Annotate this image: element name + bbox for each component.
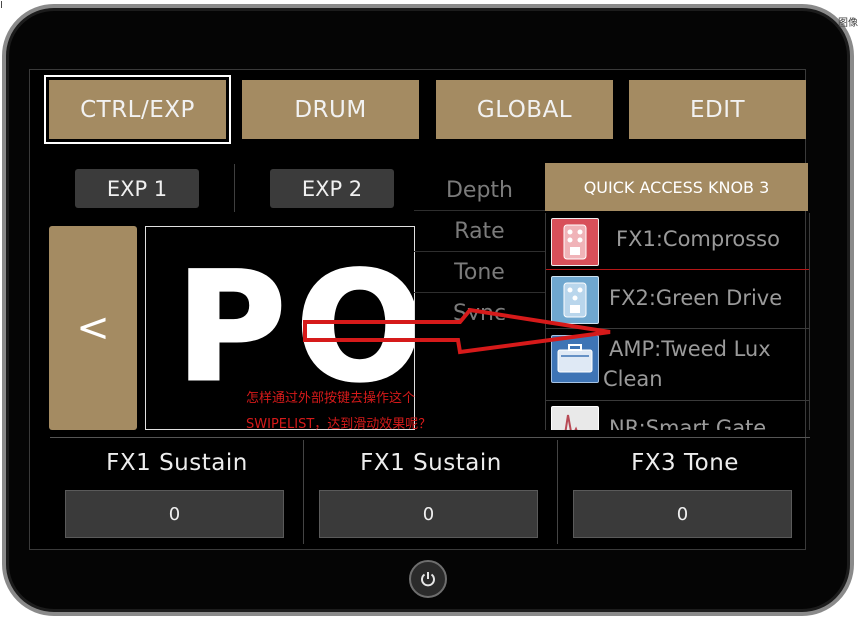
power-button[interactable] (409, 560, 447, 598)
swipe-item-label: FX2:Green Drive (609, 286, 783, 310)
param-depth[interactable]: Depth (414, 170, 545, 211)
slot-title: FX1 Sustain (360, 450, 502, 476)
parameter-list[interactable]: Depth Rate Tone Sync (414, 170, 545, 320)
power-icon (421, 572, 435, 587)
corner-left-text: I (0, 0, 3, 11)
slot-title: FX1 Sustain (106, 450, 248, 476)
swipe-item-label: NR:Smart Gate (609, 416, 767, 430)
tab-edit[interactable]: EDIT (629, 80, 806, 139)
swipe-item-nr[interactable]: NR:Smart Gate (546, 401, 809, 430)
swipe-item-label: FX1:Comprosso (616, 227, 780, 251)
param-tone[interactable]: Tone (414, 252, 545, 293)
noise-gate-icon (551, 406, 599, 430)
param-rate[interactable]: Rate (414, 211, 545, 252)
exp-divider (234, 164, 235, 212)
quick-access-header: QUICK ACCESS KNOB 3 (545, 163, 808, 211)
slot-value[interactable]: 0 (65, 490, 284, 538)
exp1-button[interactable]: EXP 1 (75, 169, 199, 208)
tab-ctrl-exp[interactable]: CTRL/EXP (44, 75, 231, 144)
compressor-pedal-icon (551, 218, 599, 266)
tab-drum[interactable]: DRUM (242, 80, 419, 139)
slot-2: FX1 Sustain 0 (304, 438, 558, 546)
corner-right-text: 图像 (838, 18, 858, 29)
slot-1: FX1 Sustain 0 (50, 438, 304, 546)
slot-title: FX3 Tone (631, 450, 739, 476)
device-frame: I 图像 CTRL/EXP DRUM GLOBAL EDIT EXP 1 EXP… (0, 0, 860, 619)
swipe-item-label: AMP:Tweed Lux (609, 337, 771, 361)
annotation-arrow (303, 307, 611, 355)
swipe-item-label-line2: Clean (603, 367, 663, 391)
swipe-item-fx1[interactable]: FX1:Comprosso (546, 213, 809, 270)
prev-button[interactable]: < (49, 226, 137, 430)
tab-global[interactable]: GLOBAL (436, 80, 613, 139)
annotation-text-line2: SWIPELIST，达到滑动效果呢？ (246, 417, 432, 432)
annotation-text-line1: 怎样通过外部按键去操作这个 (246, 391, 416, 406)
slot-3: FX3 Tone 0 (558, 438, 812, 546)
slot-value[interactable]: 0 (319, 490, 538, 538)
slot-value[interactable]: 0 (573, 490, 792, 538)
exp2-button[interactable]: EXP 2 (270, 169, 394, 208)
